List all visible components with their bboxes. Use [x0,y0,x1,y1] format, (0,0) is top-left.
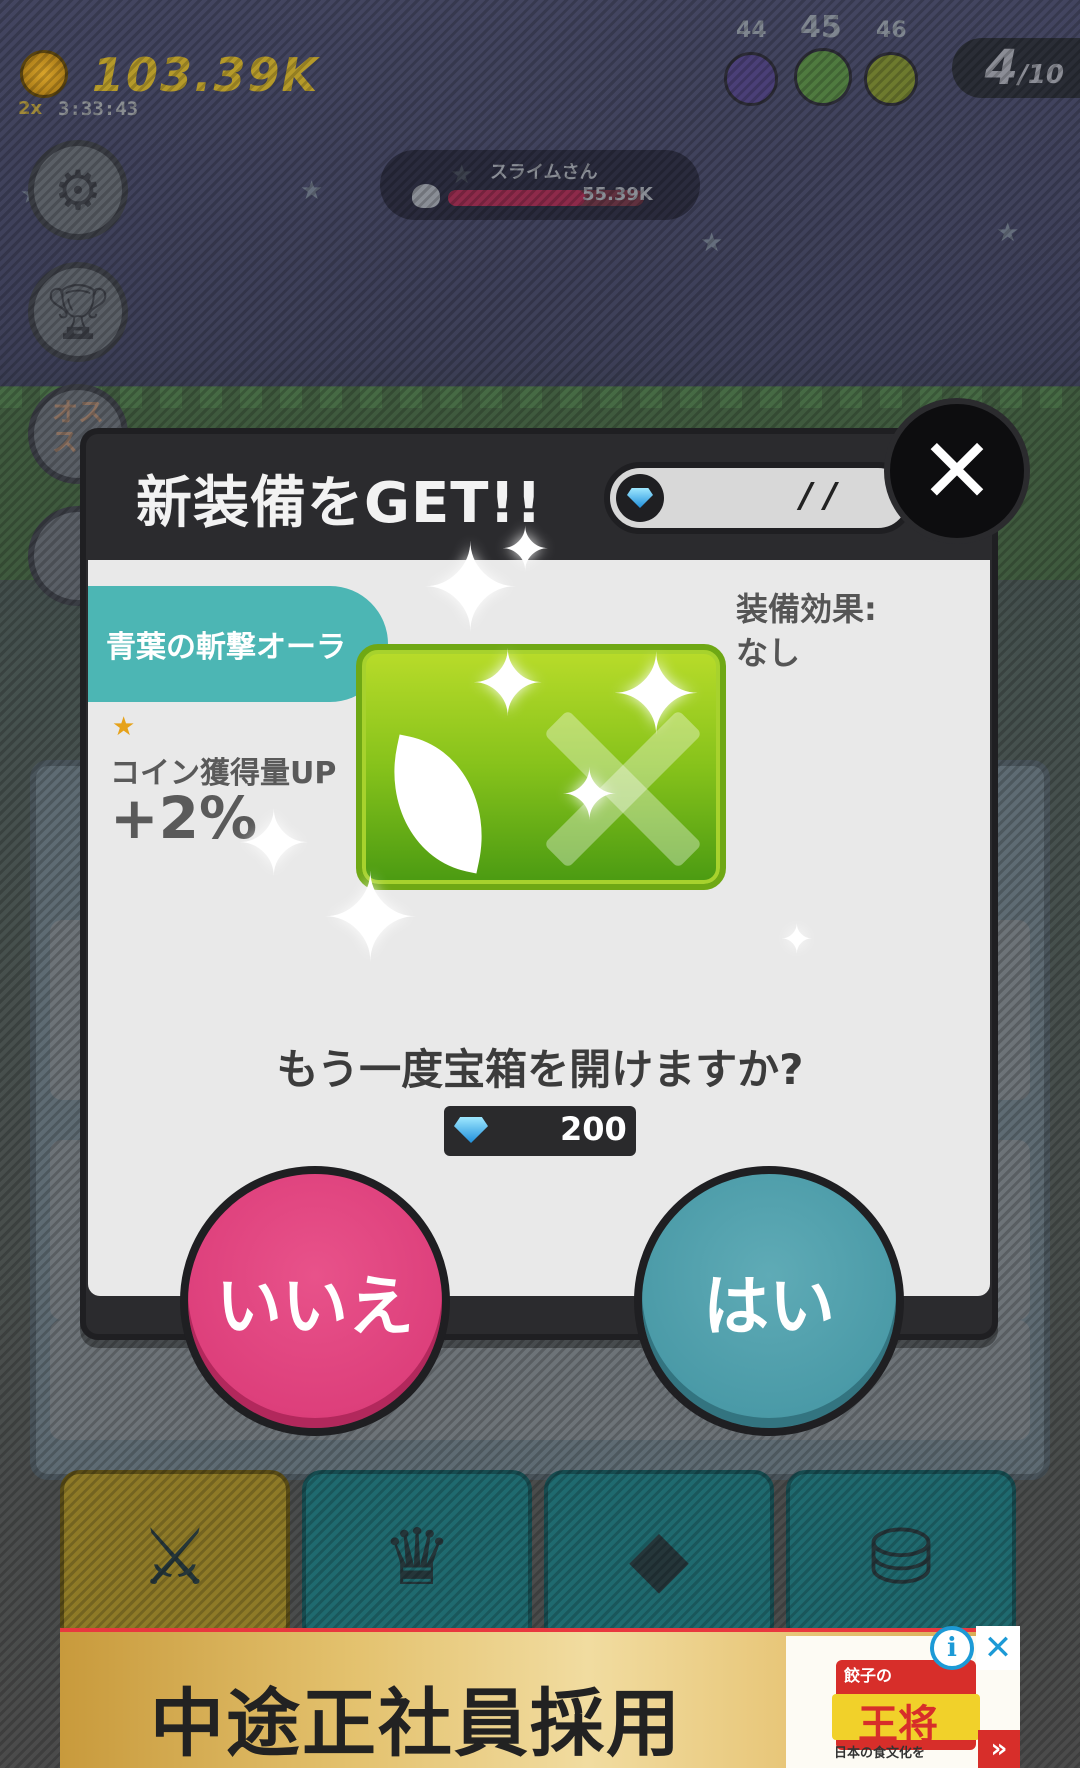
enemy-name: スライムさん [490,162,598,183]
skull-icon [412,184,440,208]
party-icon: ♛ [382,1512,452,1603]
stage-indicator-44[interactable] [724,52,778,106]
achievements-button[interactable]: 🏆︎ [28,262,128,362]
coin-icon [20,50,68,98]
stage-number: 45 [800,10,842,45]
boost-timer: 3:33:43 [58,98,139,120]
trophy-icon: 🏆︎ [43,280,113,343]
wave-total: /10 [1018,60,1064,90]
star-icon: ★ [996,218,1020,248]
item-name: 青葉の斬撃オーラ [88,586,388,702]
ad-headline[interactable]: 中途正社員採用 [150,1664,682,1768]
yes-button[interactable]: はい [634,1166,904,1436]
gem-balance-value: / / [800,476,837,516]
gem-icon [616,474,664,522]
sparkle-icon: ✦ [470,632,546,737]
rarity-star-icon: ★ [112,712,136,742]
sparkle-icon: ✦ [780,917,814,963]
open-again-question: もう一度宝箱を開けますか? [276,1045,804,1094]
wave-current: 4 [984,40,1018,96]
tab-equipment[interactable]: ⚔ [60,1470,290,1645]
sparkle-icon: ✦ [610,631,703,759]
effect-label: 装備効果: [736,590,877,628]
ad-tagline: 日本の食文化を [834,1746,926,1761]
ad-logo-sub: 餃子の [844,1666,893,1685]
enemy-hp-fill [448,190,586,206]
stage-indicator-45[interactable] [794,48,852,106]
close-button[interactable]: ✕ [884,398,1030,544]
ad-arrow-icon[interactable]: » [978,1730,1020,1768]
ad-close-icon[interactable]: ✕ [976,1626,1020,1670]
settings-button[interactable]: ⚙ [28,140,128,240]
sparkle-icon: ✦ [236,792,312,897]
sparkle-icon: ✦ [320,850,421,989]
sparkle-icon: ✦ [560,754,619,836]
star-icon: ★ [700,228,724,258]
coin-multiplier: 2x [18,98,43,119]
star-icon: ★ [300,176,324,206]
gear-icon: ⚙ [53,158,103,222]
enemy-hp-value: 55.39K [582,184,653,205]
cost-value: 200 [560,1110,627,1148]
sparkle-icon: ✦ [500,515,551,585]
stage-indicator-46[interactable] [864,52,918,106]
effect-value: なし [736,634,801,672]
ad-info-icon[interactable]: i [930,1626,974,1670]
tab-coins[interactable]: ⛁ [786,1470,1016,1645]
coin-counter: 103.39K [92,48,320,102]
sword-icon: ⚔ [140,1512,210,1603]
tab-crystal[interactable]: ◆ [544,1470,774,1645]
stage-number: 46 [876,18,907,43]
tab-party[interactable]: ♛ [302,1470,532,1645]
stage-number: 44 [736,18,767,43]
coin-stack-icon: ⛁ [868,1512,934,1603]
no-button[interactable]: いいえ [180,1166,450,1436]
crystal-icon: ◆ [629,1512,689,1603]
